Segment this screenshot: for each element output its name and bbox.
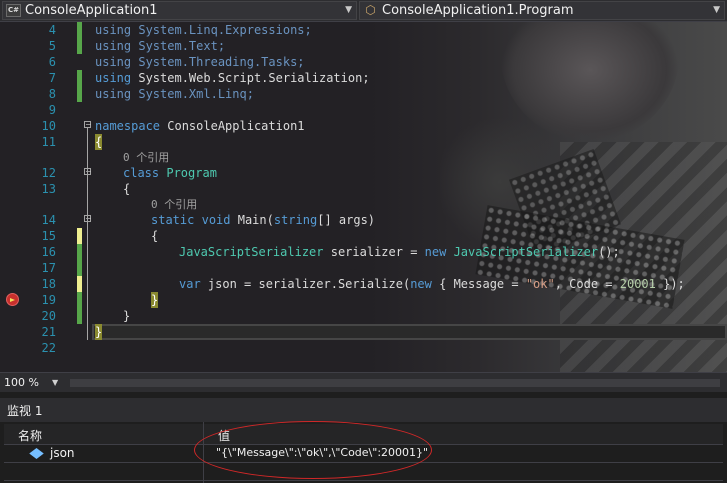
code-text: { — [95, 134, 103, 150]
references-codelens[interactable]: 0 个引用 — [123, 151, 169, 165]
code-line: 7 using System.Web.Script.Serialization; — [0, 70, 727, 86]
code-text: static void Main(string[] args) — [151, 213, 376, 227]
line-number: 10 — [41, 119, 56, 133]
change-marker — [77, 38, 82, 54]
code-text: { — [123, 182, 131, 196]
code-line: 14 − static void Main(string[] args) — [0, 212, 727, 228]
line-number: 16 — [41, 245, 56, 259]
field-icon — [29, 448, 44, 459]
chevron-down-icon[interactable]: ▼ — [52, 375, 58, 390]
csharp-project-icon: C# — [6, 4, 21, 17]
line-number: 5 — [48, 39, 56, 53]
class-icon: ⬡ — [365, 3, 376, 17]
code-text: using System.Xml.Linq; — [95, 87, 254, 101]
watch-title-text: 监视 1 — [7, 404, 43, 418]
code-text: JavaScriptSerializer serializer = new Ja… — [179, 245, 620, 259]
line-number: 20 — [41, 309, 56, 323]
code-line: 9 — [0, 102, 727, 118]
line-number: 11 — [41, 135, 56, 149]
chevron-down-icon: ▼ — [345, 5, 352, 15]
code-line: 5 using System.Text; — [0, 38, 727, 54]
code-line: 19 } — [0, 292, 727, 308]
code-text: } — [123, 309, 131, 323]
line-number: 7 — [48, 71, 56, 85]
navigation-bar: C# ConsoleApplication1 ▼ ⬡ ConsoleApplic… — [0, 0, 727, 22]
line-number: 14 — [41, 213, 56, 227]
change-marker — [77, 86, 82, 102]
line-number: 21 — [41, 325, 56, 339]
code-line: 13 { — [0, 181, 727, 197]
fold-guide — [87, 128, 88, 340]
code-line: 21 } — [0, 324, 727, 340]
code-line: 11 { — [0, 134, 727, 150]
code-line: 6 using System.Threading.Tasks; — [0, 54, 727, 70]
line-number: 22 — [41, 341, 56, 355]
code-line: 20 } — [0, 308, 727, 324]
change-marker — [77, 292, 82, 308]
line-number: 8 — [48, 87, 56, 101]
project-name: ConsoleApplication1 — [25, 3, 158, 18]
line-number: 13 — [41, 182, 56, 196]
line-number: 9 — [48, 103, 56, 117]
change-marker — [77, 70, 82, 86]
change-marker — [77, 260, 82, 276]
code-line: 17 — [0, 260, 727, 276]
watch-window-title: 监视 1 — [0, 398, 727, 422]
column-header-name[interactable]: 名称 — [18, 427, 42, 444]
code-line: 10 − namespace ConsoleApplication1 — [0, 118, 727, 134]
code-line: 8 using System.Xml.Linq; — [0, 86, 727, 102]
code-line: 12 − class Program — [0, 165, 727, 181]
horizontal-scrollbar[interactable] — [70, 379, 720, 387]
line-number: 6 — [48, 55, 56, 69]
change-marker — [77, 22, 82, 38]
type-name: ConsoleApplication1.Program — [382, 3, 574, 18]
code-text: using System.Linq.Expressions; — [95, 23, 312, 37]
watch-name: json — [50, 446, 75, 460]
code-line: 18 var json = serializer.Serialize(new {… — [0, 276, 727, 292]
line-number: 17 — [41, 261, 56, 275]
code-text: using System.Web.Script.Serialization; — [95, 71, 370, 85]
code-text: namespace ConsoleApplication1 — [95, 119, 305, 133]
line-number: 12 — [41, 166, 56, 180]
line-number: 19 — [41, 293, 56, 307]
type-dropdown[interactable]: ⬡ ConsoleApplication1.Program ▼ — [359, 1, 725, 20]
code-text: { — [151, 229, 159, 243]
line-number: 15 — [41, 229, 56, 243]
code-text: } — [151, 292, 159, 308]
code-text: using System.Threading.Tasks; — [95, 55, 305, 69]
project-dropdown[interactable]: C# ConsoleApplication1 ▼ — [2, 1, 357, 20]
change-marker — [77, 276, 82, 292]
line-number: 18 — [41, 277, 56, 291]
change-marker — [77, 244, 82, 260]
change-marker — [77, 228, 82, 244]
code-text: var json = serializer.Serialize(new { Me… — [179, 277, 685, 291]
annotation-ellipse — [194, 421, 432, 479]
code-editor[interactable]: 4 using System.Linq.Expressions; 5 using… — [0, 22, 727, 372]
chevron-down-icon: ▼ — [713, 5, 720, 15]
code-line: 16 JavaScriptSerializer serializer = new… — [0, 244, 727, 260]
code-text: class Program — [123, 166, 217, 180]
code-line: 15 { — [0, 228, 727, 244]
code-text: using System.Text; — [95, 39, 226, 53]
code-line: 22 — [0, 340, 727, 356]
references-codelens[interactable]: 0 个引用 — [151, 198, 197, 212]
collapse-icon[interactable]: − — [84, 121, 92, 129]
line-number: 4 — [48, 23, 56, 37]
code-text: } — [95, 324, 103, 340]
editor-statusbar: 100 % ▼ — [0, 372, 727, 392]
code-line: 4 using System.Linq.Expressions; — [0, 22, 727, 38]
change-marker — [77, 308, 82, 324]
